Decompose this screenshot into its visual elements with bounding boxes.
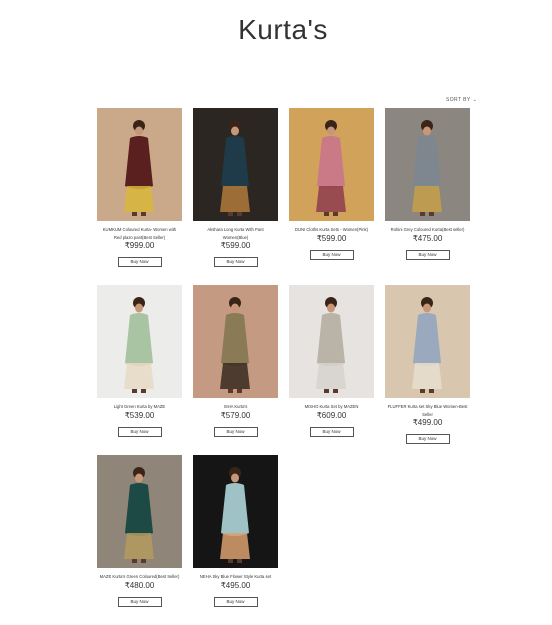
product-card[interactable]: Rohini Grey Coloured Kurta(Best seller) … — [385, 108, 470, 261]
product-card[interactable]: MAZE Kurta's Green Coloured(Best Seller)… — [97, 455, 182, 608]
product-price: ₹579.00 — [220, 410, 251, 420]
page-title: Kurta's — [238, 14, 328, 45]
product-name[interactable]: NEHA Sky Blue Flower Style Kurta set — [193, 573, 278, 581]
buy-now-button[interactable]: Buy Now — [405, 249, 450, 260]
product-price: ₹480.00 — [124, 580, 155, 590]
product-card[interactable]: NEHA Sky Blue Flower Style Kurta set ₹49… — [193, 455, 278, 608]
product-card[interactable]: MISHO Kurta Set by MAZEN ₹609.00 Buy Now — [289, 285, 374, 438]
product-name[interactable]: Rohini Grey Coloured Kurta(Best seller) — [385, 226, 470, 234]
product-name[interactable]: ISHA Kurta's — [193, 403, 278, 411]
product-image[interactable] — [97, 455, 182, 568]
product-price: ₹499.00 — [412, 418, 443, 427]
buy-now-button[interactable]: Buy Now — [309, 249, 354, 260]
product-image[interactable] — [193, 455, 278, 568]
chevron-down-icon: ⌄ — [472, 97, 478, 103]
sort-by-dropdown[interactable]: SORT BY ⌄ — [446, 97, 477, 103]
product-price: ₹599.00 — [220, 241, 251, 250]
product-image[interactable] — [385, 108, 470, 221]
product-price: ₹495.00 — [220, 580, 251, 590]
product-price: ₹609.00 — [316, 410, 347, 420]
product-name[interactable]: MISHO Kurta Set by MAZEN — [289, 403, 374, 411]
product-name[interactable]: Light Green Kurta by MAZE — [97, 403, 182, 411]
buy-now-button[interactable]: Buy Now — [213, 257, 258, 267]
product-name[interactable]: MAZE Kurta's Green Coloured(Best Seller) — [97, 573, 182, 581]
product-card[interactable]: KUMKUM Coloured Kurta- Women with Red pl… — [97, 108, 182, 268]
product-card[interactable]: FLUFFER Kurta set Sky Blue Women-Best Se… — [385, 285, 470, 445]
buy-now-button[interactable]: Buy Now — [117, 596, 162, 607]
product-image[interactable] — [289, 285, 374, 398]
product-image[interactable] — [289, 108, 374, 221]
buy-now-button[interactable]: Buy Now — [117, 426, 162, 437]
product-name[interactable]: KUMKUM Coloured Kurta- Women with Red pl… — [97, 226, 182, 241]
buy-now-button[interactable]: Buy Now — [117, 257, 162, 267]
sort-by-label: SORT BY — [446, 97, 471, 103]
product-price: ₹475.00 — [412, 233, 443, 243]
buy-now-button[interactable]: Buy Now — [309, 426, 354, 437]
buy-now-button[interactable]: Buy Now — [405, 434, 450, 444]
product-name[interactable]: FLUFFER Kurta set Sky Blue Women-Best Se… — [385, 403, 470, 418]
buy-now-button[interactable]: Buy Now — [213, 596, 258, 607]
product-price: ₹599.00 — [316, 233, 347, 243]
product-image[interactable] — [193, 285, 278, 398]
product-card[interactable]: DUNI Cloths Kurta Sets - Women(Pink) ₹59… — [289, 108, 374, 261]
product-card[interactable]: ISHA Kurta's ₹579.00 Buy Now — [193, 285, 278, 438]
product-card[interactable]: Light Green Kurta by MAZE ₹539.00 Buy No… — [97, 285, 182, 438]
product-image[interactable] — [193, 108, 278, 221]
product-image[interactable] — [97, 285, 182, 398]
product-name[interactable]: Akshara Long Kurta With Pant Women(Blue) — [193, 226, 278, 241]
product-price: ₹539.00 — [124, 410, 155, 420]
buy-now-button[interactable]: Buy Now — [213, 426, 258, 437]
product-image[interactable] — [97, 108, 182, 221]
product-image[interactable] — [385, 285, 470, 398]
product-card[interactable]: Akshara Long Kurta With Pant Women(Blue)… — [193, 108, 278, 268]
product-name[interactable]: DUNI Cloths Kurta Sets - Women(Pink) — [289, 226, 374, 234]
product-price: ₹999.00 — [124, 241, 155, 250]
